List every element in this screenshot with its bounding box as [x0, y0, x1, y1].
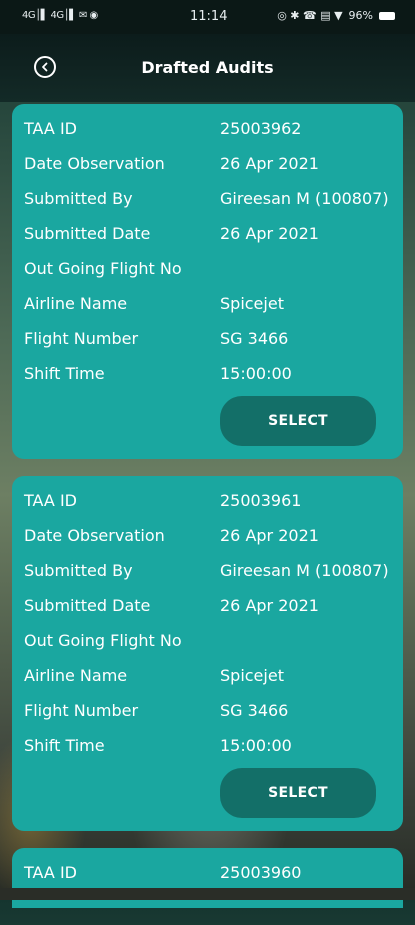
value-flight-number: SG 3466	[220, 328, 289, 348]
select-button[interactable]: SELECT	[220, 396, 376, 446]
row-shift-time: Shift Time 15:00:00	[24, 732, 292, 758]
label-outgoing-flight: Out Going Flight No	[24, 630, 182, 650]
row-submitted-date: Submitted Date 26 Apr 2021	[24, 592, 319, 618]
row-flight-number: Flight Number SG 3466	[24, 325, 288, 351]
label-taa-id: TAA ID	[24, 490, 77, 510]
row-airline-name: Airline Name Spicejet	[24, 662, 284, 688]
value-airline-name: Spicejet	[220, 665, 284, 685]
row-taa-id: TAA ID 25003962	[24, 115, 301, 141]
page-title: Drafted Audits	[141, 58, 274, 77]
system-icons: ◎ ✱ ☎ ▤ ▼	[277, 9, 343, 22]
label-shift-time: Shift Time	[24, 363, 105, 383]
label-taa-id: TAA ID	[24, 862, 77, 882]
label-date-observation: Date Observation	[24, 525, 165, 545]
row-date-observation: Date Observation 26 Apr 2021	[24, 150, 319, 176]
label-taa-id: TAA ID	[24, 118, 77, 138]
row-submitted-by: Submitted By Gireesan M (100807)	[24, 185, 389, 211]
value-taa-id: 25003960	[220, 862, 302, 882]
select-button[interactable]: SELECT	[220, 768, 376, 818]
status-right-indicators: ◎ ✱ ☎ ▤ ▼ 96%	[277, 9, 395, 22]
row-taa-id: TAA ID 25003961	[24, 487, 301, 513]
bottom-edge	[0, 888, 415, 900]
value-date-observation: 26 Apr 2021	[220, 525, 319, 545]
value-taa-id: 25003961	[220, 490, 302, 510]
row-airline-name: Airline Name Spicejet	[24, 290, 284, 316]
label-submitted-by: Submitted By	[24, 560, 133, 580]
row-flight-number: Flight Number SG 3466	[24, 697, 288, 723]
value-submitted-by: Gireesan M (100807)	[220, 188, 389, 208]
label-airline-name: Airline Name	[24, 293, 128, 313]
value-submitted-date: 26 Apr 2021	[220, 223, 319, 243]
battery-icon	[379, 11, 395, 20]
row-submitted-by: Submitted By Gireesan M (100807)	[24, 557, 389, 583]
value-date-observation: 26 Apr 2021	[220, 153, 319, 173]
app-bar: Drafted Audits	[0, 34, 415, 102]
row-submitted-date: Submitted Date 26 Apr 2021	[24, 220, 319, 246]
label-flight-number: Flight Number	[24, 700, 139, 720]
status-bar: 4G│▌ 4G│▌ ✉ ◉ 11:14 ◎ ✱ ☎ ▤ ▼ 96%	[0, 0, 415, 34]
value-shift-time: 15:00:00	[220, 363, 292, 383]
label-airline-name: Airline Name	[24, 665, 128, 685]
label-submitted-date: Submitted Date	[24, 595, 151, 615]
signal-icons: 4G│▌ 4G│▌ ✉ ◉	[22, 10, 98, 21]
value-shift-time: 15:00:00	[220, 735, 292, 755]
row-shift-time: Shift Time 15:00:00	[24, 360, 292, 386]
value-airline-name: Spicejet	[220, 293, 284, 313]
label-submitted-by: Submitted By	[24, 188, 133, 208]
label-shift-time: Shift Time	[24, 735, 105, 755]
value-submitted-date: 26 Apr 2021	[220, 595, 319, 615]
value-submitted-by: Gireesan M (100807)	[220, 560, 389, 580]
label-submitted-date: Submitted Date	[24, 223, 151, 243]
row-taa-id: TAA ID 25003960	[24, 859, 301, 885]
label-flight-number: Flight Number	[24, 328, 139, 348]
label-outgoing-flight: Out Going Flight No	[24, 258, 182, 278]
row-date-observation: Date Observation 26 Apr 2021	[24, 522, 319, 548]
row-outgoing-flight: Out Going Flight No	[24, 255, 220, 281]
battery-level: 96%	[348, 9, 373, 22]
audit-card: TAA ID 25003962 Date Observation 26 Apr …	[12, 104, 403, 459]
row-outgoing-flight: Out Going Flight No	[24, 627, 220, 653]
audit-card: TAA ID 25003961 Date Observation 26 Apr …	[12, 476, 403, 831]
audit-list: TAA ID 25003962 Date Observation 26 Apr …	[12, 104, 403, 925]
status-time: 11:14	[190, 9, 228, 24]
value-taa-id: 25003962	[220, 118, 302, 138]
value-flight-number: SG 3466	[220, 700, 289, 720]
status-left-indicators: 4G│▌ 4G│▌ ✉ ◉	[22, 10, 98, 21]
label-date-observation: Date Observation	[24, 153, 165, 173]
